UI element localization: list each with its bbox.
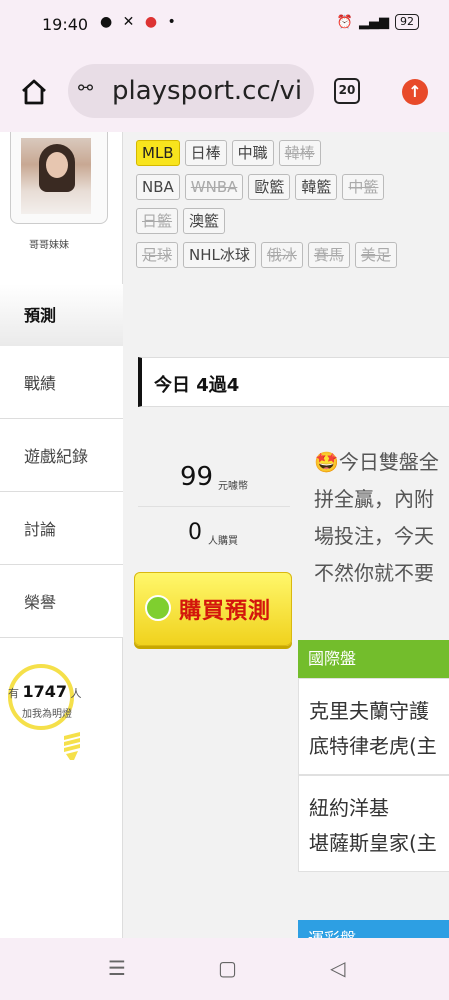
league-tag-australia-basketball[interactable]: 澳籃: [183, 208, 226, 234]
status-time: 19:40: [42, 15, 89, 34]
nav-item-label: 戰績: [24, 374, 57, 393]
nav-item-record[interactable]: 戰績: [0, 346, 123, 419]
battery-icon: 92: [395, 14, 419, 30]
prediction-description: 🤩今日雙盤全 拼全贏，內附 場投注，今天 不然你就不要: [314, 450, 439, 585]
league-tag-nhl[interactable]: NHL冰球: [183, 242, 256, 268]
league-tag-china-basketball[interactable]: 中籃: [342, 174, 385, 200]
section-international: 國際盤: [298, 640, 449, 678]
android-nav-bar: ☰ ▢ ◁: [0, 938, 449, 1000]
home-icon[interactable]: [18, 76, 50, 108]
today-record-text: 今日 4過4: [154, 375, 240, 396]
league-tag-nfl[interactable]: 美足: [354, 242, 397, 268]
league-row-1: MLB 日棒 中職 韓棒: [136, 140, 449, 166]
league-tag-korea-basketball[interactable]: 韓籃: [295, 174, 338, 200]
league-tag-kbo[interactable]: 韓棒: [278, 140, 321, 166]
price-value: 99: [180, 462, 214, 492]
league-tag-wnba[interactable]: WNBA: [184, 174, 244, 200]
alarm-icon: ⏰: [336, 14, 353, 30]
follow-cta[interactable]: 加我為明燈: [22, 705, 72, 720]
league-tag-nba[interactable]: NBA: [136, 174, 180, 200]
game-row[interactable]: 克里夫蘭守護 底特律老虎(主: [298, 678, 449, 775]
profile-name: 哥哥妹妹: [29, 240, 69, 251]
tab-predict-label: 預測: [24, 306, 57, 325]
url-text: playsport.cc/vi: [112, 76, 303, 106]
league-row-3: 日籃 澳籃: [136, 208, 449, 234]
nav-item-label: 榮譽: [24, 593, 57, 612]
signal-icon: ▂▄▆: [359, 14, 389, 30]
status-bar: 19:40 ● ✕ ● • ⏰ ▂▄▆ 92: [0, 0, 449, 52]
avatar[interactable]: [21, 138, 91, 214]
league-row-4: 足球 NHL冰球 俄冰 賽馬 美足: [136, 242, 449, 268]
profile-card[interactable]: [10, 132, 108, 224]
browser-toolbar: ⚯ playsport.cc/vi 20 ↑: [0, 52, 449, 132]
team-away: 克里夫蘭守護: [309, 699, 429, 723]
buy-prediction-button[interactable]: 購買預測: [134, 572, 292, 646]
league-row-2: NBA WNBA 歐籃 韓籃 中籃: [136, 174, 449, 200]
game-row[interactable]: 紐約洋基 堪薩斯皇家(主: [298, 775, 449, 872]
league-tag-npb[interactable]: 日棒: [184, 140, 227, 166]
site-settings-icon[interactable]: ⚯: [78, 78, 93, 99]
league-tag-mlb[interactable]: MLB: [136, 140, 180, 166]
divider: [138, 506, 290, 507]
fans-count: 有 1747 人: [8, 682, 82, 701]
nav-item-game-log[interactable]: 遊戲紀錄: [0, 419, 123, 492]
team-away: 紐約洋基: [309, 796, 389, 820]
back-icon[interactable]: ◁: [330, 956, 345, 980]
lightbulb-base-icon: [64, 732, 80, 760]
home-square-icon[interactable]: ▢: [218, 956, 237, 980]
today-record-header: 今日 4過4: [138, 357, 449, 407]
left-sidebar: 哥哥妹妹 預測 戰績 遊戲紀錄 討論 榮譽 有 1747 人 加我為明燈: [0, 132, 123, 938]
league-tag-soccer[interactable]: 足球: [136, 242, 179, 268]
league-tag-euro-basketball[interactable]: 歐籃: [248, 174, 291, 200]
tab-switcher-button[interactable]: 20: [334, 78, 360, 104]
menu-icon[interactable]: ☰: [108, 956, 126, 980]
page-content: 哥哥妹妹 預測 戰績 遊戲紀錄 討論 榮譽 有 1747 人 加我為明燈 MLB…: [0, 132, 449, 938]
tab-predict[interactable]: 預測: [0, 284, 123, 346]
team-home: 堪薩斯皇家(主: [309, 831, 437, 855]
nav-item-honor[interactable]: 榮譽: [0, 565, 123, 638]
buyers-count: 0: [188, 520, 202, 545]
notification-icons: ● ✕ ● •: [100, 14, 179, 30]
league-tag-japan-basketball[interactable]: 日籃: [136, 208, 179, 234]
buy-prediction-label: 購買預測: [179, 599, 272, 624]
section-sports-lottery: 運彩盤: [298, 920, 449, 938]
status-right: ⏰ ▂▄▆ 92: [337, 14, 419, 30]
coin-icon: [145, 595, 171, 621]
avatar-face: [46, 152, 68, 178]
update-arrow-icon[interactable]: ↑: [402, 79, 428, 105]
league-filter: MLB 日棒 中職 韓棒 NBA WNBA 歐籃 韓籃 中籃 日籃 澳籃 足球 …: [136, 140, 449, 276]
nav-item-label: 遊戲紀錄: [24, 447, 89, 466]
address-bar[interactable]: ⚯ playsport.cc/vi: [68, 64, 314, 118]
league-tag-russia-hockey[interactable]: 俄冰: [260, 242, 303, 268]
buyers-unit: 人購買: [208, 536, 238, 547]
nav-item-label: 討論: [24, 520, 57, 539]
team-home: 底特律老虎(主: [309, 734, 437, 758]
league-tag-cpbl[interactable]: 中職: [231, 140, 274, 166]
nav-item-discussion[interactable]: 討論: [0, 492, 123, 565]
price-unit: 元噱幣: [218, 481, 248, 492]
league-tag-horse-racing[interactable]: 賽馬: [307, 242, 350, 268]
